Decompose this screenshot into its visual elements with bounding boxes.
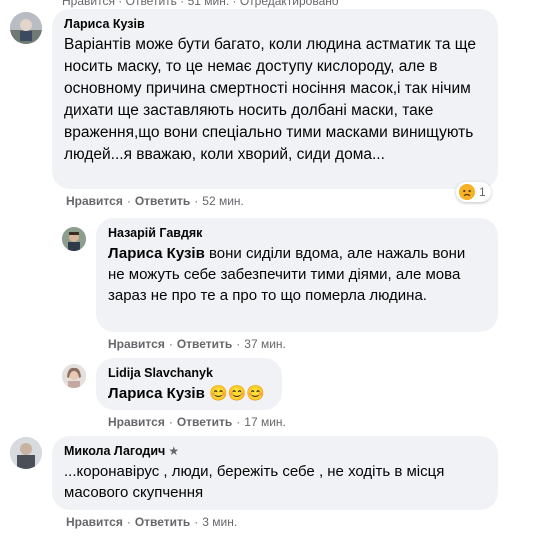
comment-text: Лариса Кузів 😊😊😊 <box>108 383 270 404</box>
comment-time[interactable]: 37 мин. <box>244 337 286 351</box>
comment-author: Микола Лагодич ★ <box>64 444 486 458</box>
comment-actions: Нравится · Ответить · 37 мин. <box>108 337 286 351</box>
comment-author[interactable]: Lidija Slavchanyk <box>108 366 270 380</box>
smile-emoji: 😊😊😊 <box>208 385 266 402</box>
comment-bubble: Назарій Гавдяк Лариса Кузів вони сиділи … <box>96 218 498 332</box>
avatar-photo-icon <box>62 227 86 251</box>
comment-bubble: Lidija Slavchanyk Лариса Кузів 😊😊😊 <box>96 358 282 410</box>
reply-button[interactable]: Ответить <box>135 194 190 208</box>
comment-author[interactable]: Лариса Кузів <box>64 17 486 31</box>
previous-comment-actions: Нравится · Ответить · 51 мин. · Отредакт… <box>62 0 339 8</box>
avatar-photo-icon <box>10 12 42 44</box>
comment-actions: Нравится · Ответить · 52 мин. <box>66 194 244 208</box>
comment-bubble: Лариса Кузів Варіантів може бути багато,… <box>52 9 498 189</box>
comment-text: ...коронавірус , люди, бережіть себе , н… <box>64 463 445 501</box>
comment-text: Варіантів може бути багато, коли людина … <box>64 36 476 163</box>
like-button[interactable]: Нравится <box>66 194 123 208</box>
avatar[interactable] <box>10 437 42 469</box>
sad-face-icon <box>459 184 475 200</box>
reply-button[interactable]: Ответить <box>135 515 190 529</box>
comment-text: Лариса Кузів вони сиділи вдома, але нажа… <box>108 245 466 304</box>
like-button[interactable]: Нравится <box>108 415 165 429</box>
avatar[interactable] <box>10 12 42 44</box>
avatar-photo-icon <box>10 437 42 469</box>
comment-author[interactable]: Назарій Гавдяк <box>108 226 486 240</box>
comment-actions: Нравится · Ответить · 17 мин. <box>108 415 286 429</box>
author-name[interactable]: Микола Лагодич <box>64 444 165 458</box>
reaction-count-label: 1 <box>479 185 486 199</box>
comment-time[interactable]: 52 мин. <box>202 194 244 208</box>
avatar[interactable] <box>62 227 86 251</box>
avatar[interactable] <box>62 364 86 388</box>
mention-link[interactable]: Лариса Кузів <box>108 245 205 262</box>
reaction-count[interactable]: 1 <box>456 182 491 202</box>
reply-button[interactable]: Ответить <box>177 337 232 351</box>
star-icon: ★ <box>168 444 180 458</box>
comment-bubble: Микола Лагодич ★ ...коронавірус , люди, б… <box>52 436 498 510</box>
like-button[interactable]: Нравится <box>66 515 123 529</box>
reply-button[interactable]: Ответить <box>177 415 232 429</box>
avatar-photo-icon <box>62 364 86 388</box>
mention-link[interactable]: Лариса Кузів <box>108 385 205 402</box>
comment-actions: Нравится · Ответить · 3 мин. <box>66 515 238 529</box>
like-button[interactable]: Нравится <box>108 337 165 351</box>
comment-time[interactable]: 17 мин. <box>244 415 286 429</box>
comment-time[interactable]: 3 мин. <box>202 515 237 529</box>
